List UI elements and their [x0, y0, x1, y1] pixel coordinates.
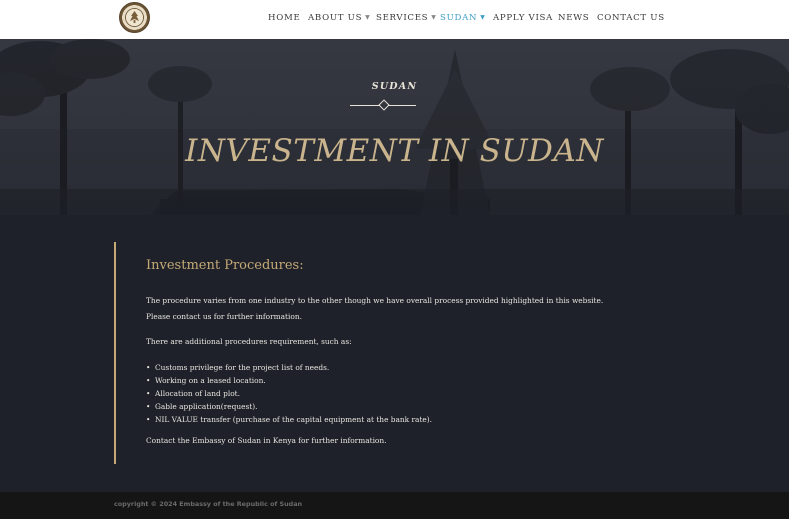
nav-home[interactable]: HOME [268, 13, 300, 27]
nav-sudan[interactable]: SUDAN ▼ [440, 13, 486, 27]
hero-kicker: SUDAN [371, 81, 418, 92]
nav-news-label: NEWS [558, 13, 590, 23]
list-item: Working on a leased location. [146, 374, 675, 387]
nav-services-label: SERVICES [376, 13, 429, 23]
hero-divider-right [388, 105, 416, 106]
intro-line-1: The procedure varies from one industry t… [146, 296, 604, 305]
list-item: NIL VALUE transfer (purchase of the capi… [146, 413, 675, 426]
top-navigation-bar: HOME ABOUT US ▼ SERVICES ▼ SUDAN ▼ APPLY VI… [0, 0, 789, 39]
nav-sudan-label: SUDAN [440, 13, 478, 23]
requirements-list: Customs privilege for the project list o… [146, 361, 675, 426]
chevron-down-icon: ▼ [480, 14, 486, 21]
list-item: Customs privilege for the project list o… [146, 361, 675, 374]
nav-apply-visa[interactable]: APPLY VISA [493, 13, 553, 27]
chevron-down-icon: ▼ [431, 14, 437, 21]
list-item: Gable application(request). [146, 400, 675, 413]
nav-contact-us-label: CONTACT US [597, 13, 665, 23]
chevron-down-icon: ▼ [365, 14, 371, 21]
hero-banner: SUDAN INVESTMENT IN SUDAN [0, 39, 789, 215]
page-title: INVESTMENT IN SUDAN [185, 133, 604, 169]
nav-news[interactable]: NEWS [558, 13, 589, 27]
additional-requirements-text: There are additional procedures requirem… [146, 337, 352, 346]
investment-procedures-section: Investment Procedures: The procedure var… [114, 242, 676, 464]
nav-services[interactable]: SERVICES ▼ [376, 13, 437, 27]
copyright-text: copyright © 2024 Embassy of the Republic… [114, 500, 303, 508]
intro-line-2: Please contact us for further informatio… [146, 312, 302, 321]
hero-overlay [0, 39, 789, 215]
nav-apply-visa-label: APPLY VISA [493, 13, 554, 23]
nav-about-us-label: ABOUT US [308, 13, 363, 23]
section-heading: Investment Procedures: [146, 258, 304, 273]
main-nav: HOME ABOUT US ▼ SERVICES ▼ SUDAN ▼ APPLY VI… [0, 0, 789, 39]
footer: copyright © 2024 Embassy of the Republic… [0, 492, 789, 519]
nav-home-label: HOME [268, 13, 301, 23]
list-item: Allocation of land plot. [146, 387, 675, 400]
nav-about-us[interactable]: ABOUT US ▼ [308, 13, 371, 27]
hero-divider-left [350, 105, 380, 106]
contact-text: Contact the Embassy of Sudan in Kenya fo… [146, 436, 387, 445]
nav-contact-us[interactable]: CONTACT US [597, 13, 665, 27]
